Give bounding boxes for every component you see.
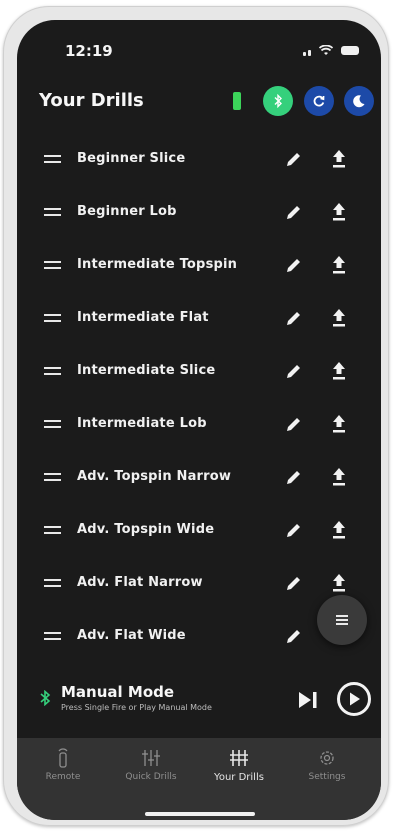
gear-icon bbox=[320, 751, 334, 765]
quick-drills-icon bbox=[142, 750, 160, 766]
drag-handle-icon[interactable] bbox=[44, 420, 61, 430]
drill-name: Intermediate Slice bbox=[77, 363, 216, 378]
tab-quick-drills[interactable]: Quick Drills bbox=[111, 748, 191, 788]
drill-name: Intermediate Topspin bbox=[77, 257, 238, 272]
drill-row[interactable]: Beginner Lob bbox=[17, 187, 381, 240]
manual-mode-bar: Manual Mode Press Single Fire or Play Ma… bbox=[17, 680, 381, 720]
drag-handle-icon[interactable] bbox=[44, 208, 61, 218]
upload-icon[interactable] bbox=[329, 147, 349, 171]
wifi-icon bbox=[319, 45, 333, 55]
pencil-icon[interactable] bbox=[283, 201, 305, 223]
drill-row[interactable]: Intermediate Slice bbox=[17, 346, 381, 399]
drag-handle-icon[interactable] bbox=[44, 314, 61, 324]
app-screen: 12:19 Your Drills Beginner Slice Beginne… bbox=[17, 20, 381, 820]
upload-icon[interactable] bbox=[329, 412, 349, 436]
pencil-icon[interactable] bbox=[283, 413, 305, 435]
cellular-signal-icon bbox=[303, 46, 311, 56]
drag-handle-icon[interactable] bbox=[44, 155, 61, 165]
bluetooth-button[interactable] bbox=[263, 86, 293, 116]
device-battery-icon bbox=[233, 92, 241, 110]
header: Your Drills bbox=[17, 86, 381, 126]
bluetooth-icon bbox=[274, 94, 282, 108]
drill-row[interactable]: Adv. Topspin Narrow bbox=[17, 452, 381, 505]
moon-icon bbox=[353, 95, 365, 108]
upload-icon[interactable] bbox=[329, 518, 349, 542]
upload-icon[interactable] bbox=[329, 253, 349, 277]
drag-handle-icon[interactable] bbox=[44, 367, 61, 377]
your-drills-icon bbox=[230, 750, 248, 766]
battery-status-icon bbox=[341, 46, 359, 55]
dark-mode-button[interactable] bbox=[344, 86, 374, 116]
drag-handle-icon[interactable] bbox=[44, 261, 61, 271]
pencil-icon[interactable] bbox=[283, 307, 305, 329]
drill-name: Adv. Topspin Wide bbox=[77, 522, 215, 537]
pencil-icon[interactable] bbox=[283, 572, 305, 594]
tab-label: Your Drills bbox=[214, 772, 264, 783]
menu-icon bbox=[336, 613, 348, 627]
drill-row[interactable]: Intermediate Lob bbox=[17, 399, 381, 452]
pencil-icon[interactable] bbox=[283, 519, 305, 541]
drill-name: Beginner Lob bbox=[77, 204, 177, 219]
home-indicator bbox=[145, 812, 255, 816]
play-button[interactable] bbox=[337, 682, 371, 716]
drill-name: Adv. Flat Wide bbox=[77, 628, 186, 643]
drag-handle-icon[interactable] bbox=[44, 473, 61, 483]
drill-name: Intermediate Flat bbox=[77, 310, 209, 325]
tab-settings[interactable]: Settings bbox=[287, 748, 367, 788]
refresh-button[interactable] bbox=[304, 86, 334, 116]
page-title: Your Drills bbox=[39, 90, 144, 111]
tab-bar: Remote Quick Drills Your Drills Settings bbox=[17, 738, 381, 820]
drag-handle-icon[interactable] bbox=[44, 632, 61, 642]
upload-icon[interactable] bbox=[329, 306, 349, 330]
pencil-icon[interactable] bbox=[283, 360, 305, 382]
tab-label: Remote bbox=[45, 772, 81, 782]
upload-icon[interactable] bbox=[329, 200, 349, 224]
refresh-icon bbox=[313, 95, 325, 107]
play-icon bbox=[350, 692, 360, 706]
manual-mode-subtitle: Press Single Fire or Play Manual Mode bbox=[61, 703, 212, 712]
drill-row[interactable]: Beginner Slice bbox=[17, 134, 381, 187]
status-time: 12:19 bbox=[65, 42, 113, 60]
single-fire-button[interactable] bbox=[297, 690, 319, 710]
tab-remote[interactable]: Remote bbox=[23, 748, 103, 788]
drag-handle-icon[interactable] bbox=[44, 526, 61, 536]
pencil-icon[interactable] bbox=[283, 148, 305, 170]
drill-row[interactable]: Adv. Topspin Wide bbox=[17, 505, 381, 558]
tab-label: Settings bbox=[308, 772, 346, 782]
drill-name: Adv. Topspin Narrow bbox=[77, 469, 232, 484]
status-icons bbox=[303, 45, 359, 56]
pencil-icon[interactable] bbox=[283, 625, 305, 647]
pencil-icon[interactable] bbox=[283, 466, 305, 488]
manual-mode-title: Manual Mode bbox=[61, 683, 175, 701]
drill-name: Intermediate Lob bbox=[77, 416, 207, 431]
phone-frame: 12:19 Your Drills Beginner Slice Beginne… bbox=[3, 6, 389, 826]
menu-fab-button[interactable] bbox=[317, 595, 367, 645]
drill-name: Beginner Slice bbox=[77, 151, 186, 166]
bluetooth-icon bbox=[40, 690, 51, 706]
drill-row[interactable]: Intermediate Topspin bbox=[17, 240, 381, 293]
upload-icon[interactable] bbox=[329, 571, 349, 595]
drill-name: Adv. Flat Narrow bbox=[77, 575, 203, 590]
tab-label: Quick Drills bbox=[125, 772, 177, 782]
drill-list: Beginner Slice Beginner Lob Intermediate… bbox=[17, 134, 381, 664]
remote-icon bbox=[58, 748, 68, 768]
status-bar: 12:19 bbox=[17, 20, 381, 68]
upload-icon[interactable] bbox=[329, 465, 349, 489]
drill-row[interactable]: Intermediate Flat bbox=[17, 293, 381, 346]
pencil-icon[interactable] bbox=[283, 254, 305, 276]
drag-handle-icon[interactable] bbox=[44, 579, 61, 589]
tab-your-drills[interactable]: Your Drills bbox=[199, 748, 279, 788]
upload-icon[interactable] bbox=[329, 359, 349, 383]
